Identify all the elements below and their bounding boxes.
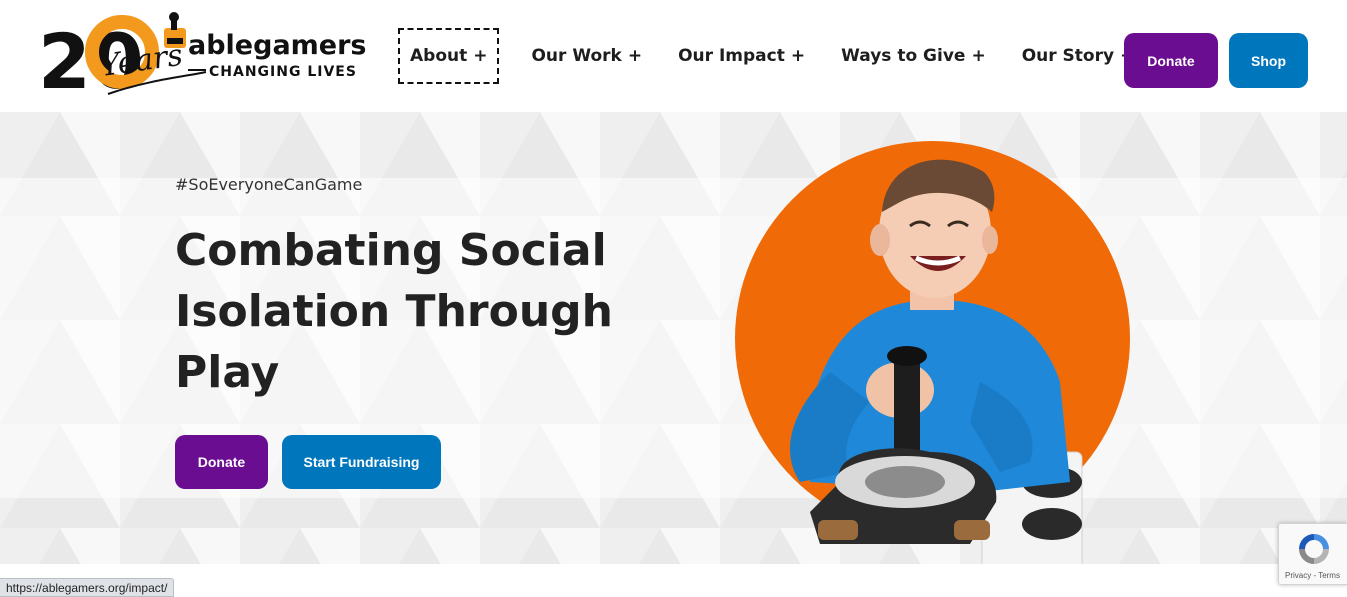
hero-headline-line: Play	[175, 347, 280, 398]
nav-our-impact[interactable]: Our Impact +	[678, 40, 805, 72]
nav-about-label: About	[410, 46, 468, 66]
hero-donate-button[interactable]: Donate	[175, 435, 268, 489]
hero-headline: Combating Social Isolation Through Play	[175, 220, 695, 403]
recaptcha-badge[interactable]: Privacy - Terms	[1278, 523, 1347, 585]
nav-ways-to-give[interactable]: Ways to Give +	[841, 40, 986, 72]
logo-tagline: CHANGING LIVES	[209, 64, 357, 80]
person-with-adaptive-joystick-image	[790, 159, 1083, 564]
page-bottom-band	[0, 564, 1347, 597]
hero-headline-line: Isolation Through	[175, 286, 613, 337]
main-nav: About + Our Work + Our Impact + Ways to …	[397, 26, 1170, 86]
header-donate-button[interactable]: Donate	[1124, 33, 1218, 88]
start-fundraising-button[interactable]: Start Fundraising	[282, 435, 441, 489]
controller-icon	[164, 12, 186, 48]
plus-icon: +	[790, 46, 806, 66]
header-shop-button[interactable]: Shop	[1229, 33, 1308, 88]
logo-ablegamers-wordmark: ablegamers	[188, 30, 367, 61]
site-header: 20 Years ablegamers CHANGING LIVES About…	[0, 0, 1347, 112]
hero-section: #SoEveryoneCanGame Combating Social Isol…	[0, 112, 1347, 564]
nav-our-story-label: Our Story	[1021, 46, 1115, 66]
nav-our-impact-label: Our Impact	[678, 46, 785, 66]
plus-icon: +	[627, 46, 643, 66]
plus-icon: +	[971, 46, 986, 66]
nav-our-story[interactable]: Our Story +	[1022, 40, 1135, 72]
browser-status-url: https://ablegamers.org/impact/	[0, 578, 175, 597]
recaptcha-privacy-terms[interactable]: Privacy - Terms	[1285, 571, 1340, 580]
ablegamers-20-years-logo[interactable]: 20 Years ablegamers CHANGING LIVES	[38, 10, 368, 100]
nav-our-work[interactable]: Our Work +	[531, 40, 642, 72]
plus-icon: +	[473, 46, 488, 66]
nav-ways-to-give-label: Ways to Give	[841, 46, 966, 66]
recaptcha-icon	[1299, 534, 1329, 564]
nav-our-work-label: Our Work	[531, 46, 622, 66]
hero-hashtag: #SoEveryoneCanGame	[175, 175, 363, 194]
hero-headline-line: Combating Social	[175, 225, 607, 276]
nav-about[interactable]: About +	[397, 28, 500, 84]
